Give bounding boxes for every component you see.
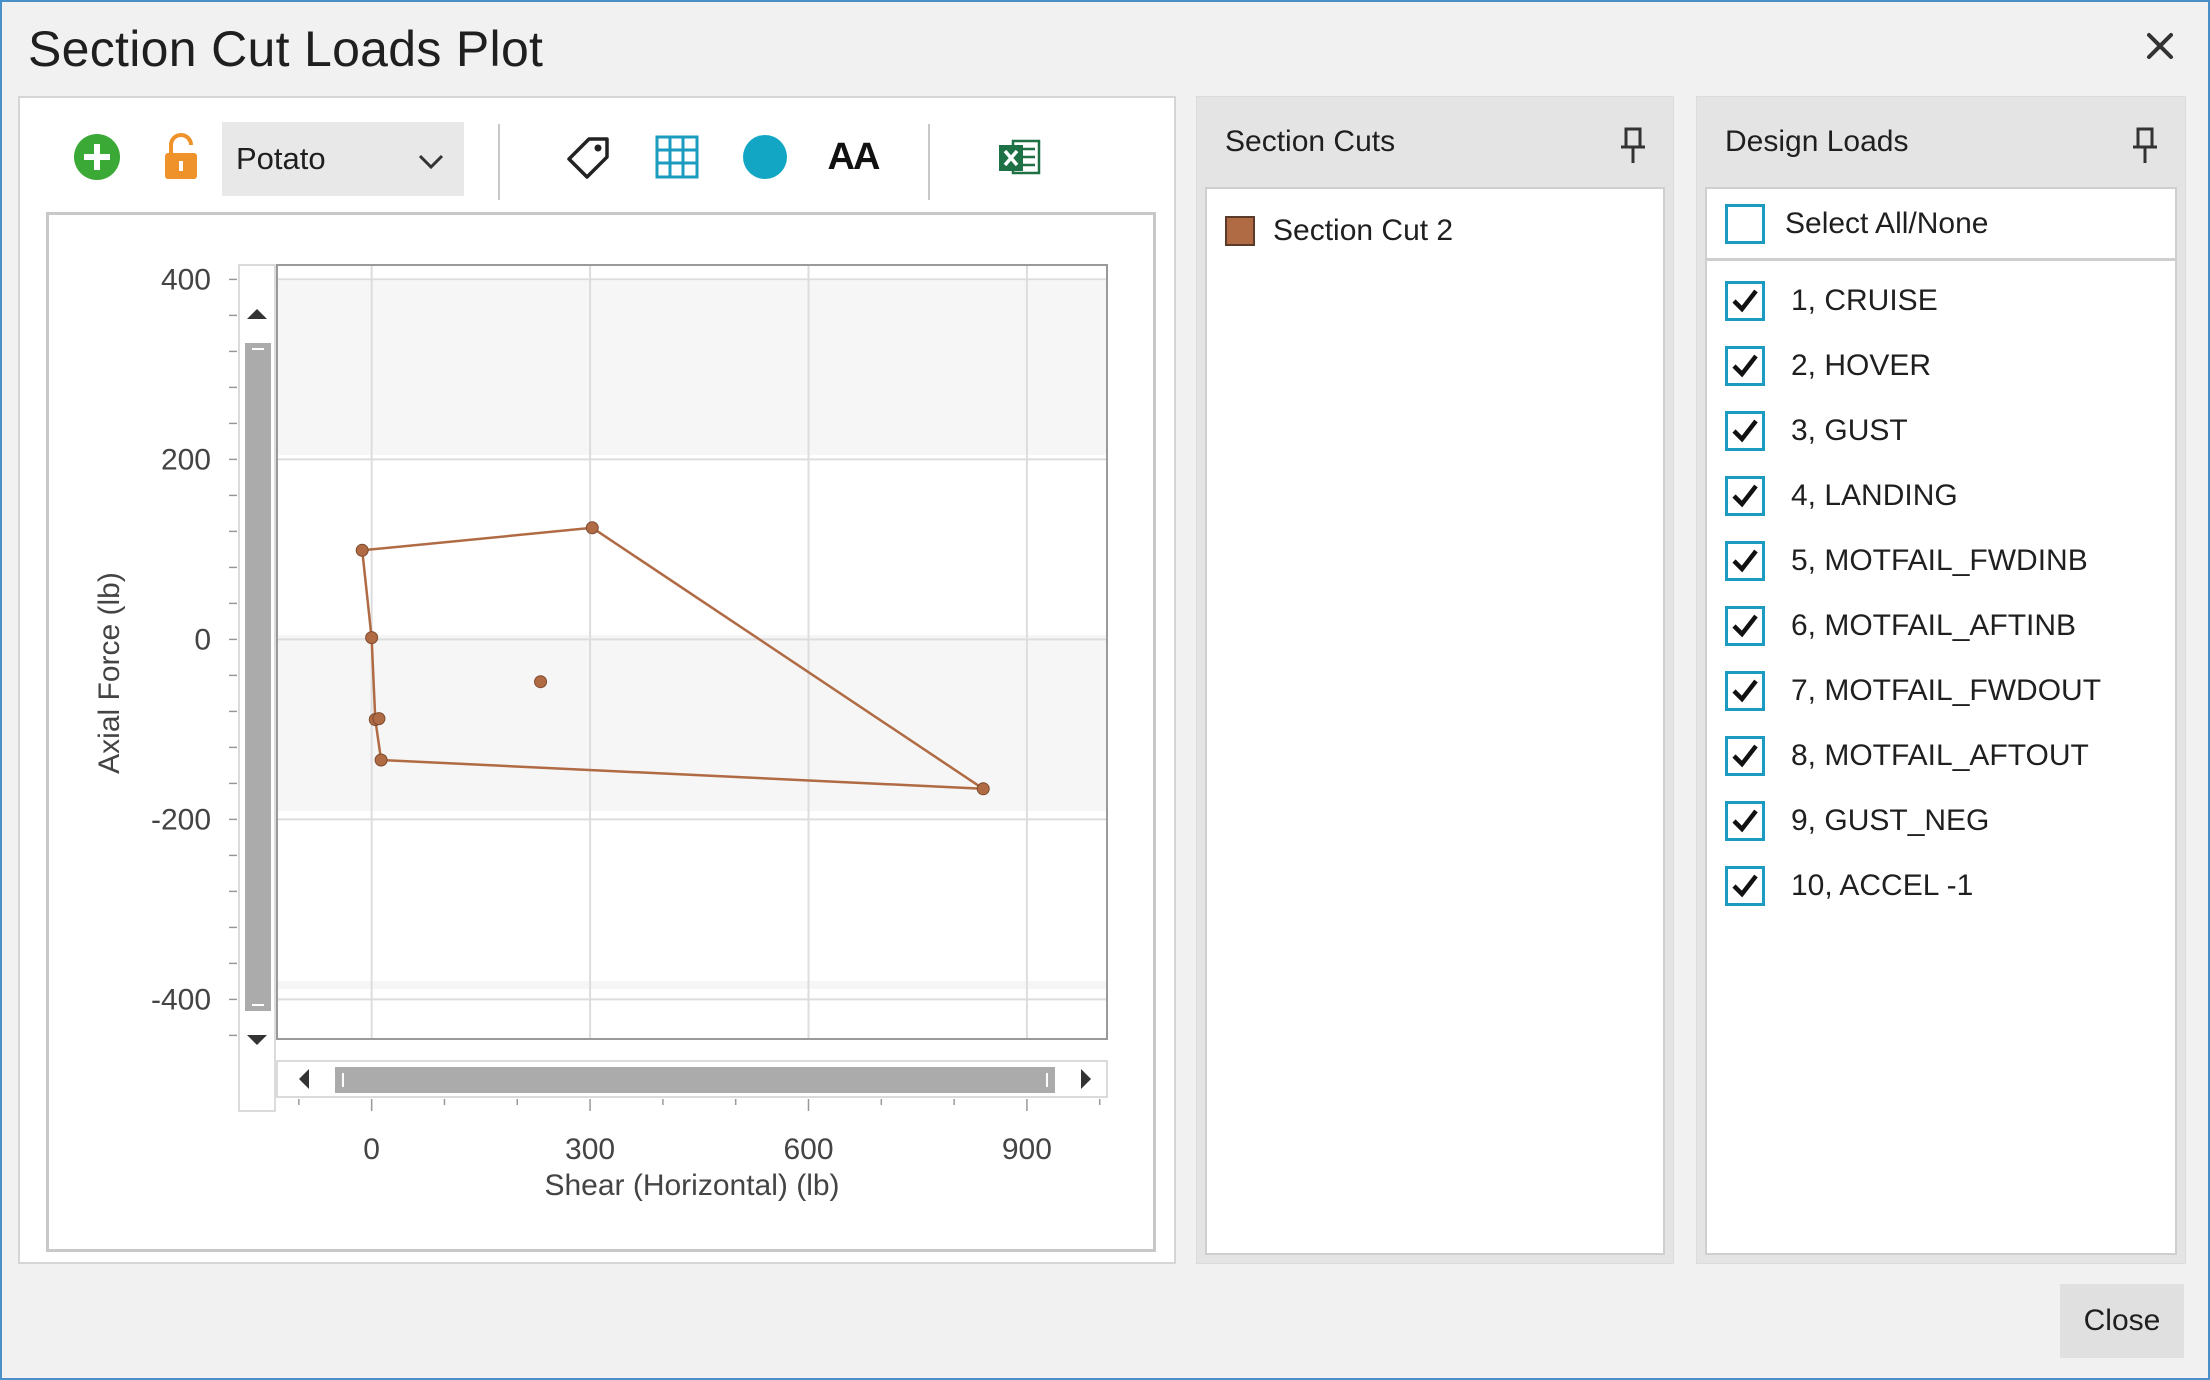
- close-button[interactable]: Close: [2060, 1284, 2184, 1358]
- chevron-down-icon: [416, 144, 446, 180]
- design-load-row[interactable]: 4, LANDING: [1725, 472, 1958, 520]
- design-load-label: 5, MOTFAIL_FWDINB: [1791, 544, 2088, 577]
- design-load-label: 4, LANDING: [1791, 479, 1958, 512]
- design-load-row[interactable]: 6, MOTFAIL_AFTINB: [1725, 602, 2076, 650]
- checkmark-icon: [1732, 484, 1758, 508]
- design-load-row[interactable]: 10, ACCEL -1: [1725, 862, 1973, 910]
- design-load-label: 1, CRUISE: [1791, 284, 1938, 317]
- section-cut-label: Section Cut 2: [1273, 214, 1454, 247]
- horizontal-scrollbar[interactable]: [276, 1060, 1108, 1098]
- plot-toolbar: Potato AA: [20, 98, 1174, 208]
- y-tick-label: -400: [151, 983, 211, 1016]
- x-tick-label: 900: [1002, 1133, 1052, 1166]
- design-load-row[interactable]: 7, MOTFAIL_FWDOUT: [1725, 667, 2101, 715]
- horizontal-scroll-thumb[interactable]: [335, 1067, 1055, 1093]
- design-load-row[interactable]: 1, CRUISE: [1725, 277, 1938, 325]
- select-all-label: Select All/None: [1785, 206, 1989, 240]
- y-tick-label: 0: [194, 623, 211, 656]
- design-load-label: 2, HOVER: [1791, 349, 1932, 382]
- marker-circle-icon[interactable]: [730, 122, 800, 192]
- dialog-title: Section Cut Loads Plot: [28, 21, 544, 77]
- data-point: [365, 631, 379, 645]
- checkmark-icon: [1732, 744, 1758, 768]
- data-point: [374, 753, 388, 767]
- checkmark-icon: [1732, 289, 1758, 313]
- pin-icon[interactable]: [2127, 125, 2163, 165]
- font-size-icon[interactable]: AA: [818, 122, 888, 192]
- design-load-checkbox[interactable]: [1725, 281, 1765, 321]
- design-load-row[interactable]: 9, GUST_NEG: [1725, 797, 1989, 845]
- y-tick-label: -200: [151, 803, 211, 836]
- font-size-glyph: AA: [827, 135, 881, 178]
- design-load-label: 7, MOTFAIL_FWDOUT: [1791, 674, 2102, 707]
- section-cut-loads-dialog: Section Cut Loads Plot Potato AA 0 300 6…: [0, 0, 2210, 1380]
- section-cut-chart: 0 300 600 900 400 200 0 -200 -400 Shear (Horizon…: [93, 263, 1108, 1202]
- section-cuts-list: Section Cut 2: [1205, 187, 1665, 1255]
- data-point: [585, 521, 599, 535]
- plot-panel: Potato AA 0 300 600 900 400 200 0 -200 -…: [18, 96, 1176, 1264]
- design-load-label: 3, GUST: [1791, 414, 1908, 447]
- design-load-label: 10, ACCEL -1: [1791, 869, 1974, 902]
- design-load-label: 6, MOTFAIL_AFTINB: [1791, 609, 2077, 642]
- design-loads-list: Select All/None 1, CRUISE 2, HOVER 3, GUST…: [1705, 187, 2177, 1255]
- grid-band: [277, 981, 1107, 989]
- series-dropdown[interactable]: Potato: [222, 122, 464, 196]
- design-load-label: 9, GUST_NEG: [1791, 804, 1990, 837]
- pin-icon[interactable]: [1615, 125, 1651, 165]
- design-load-row[interactable]: 5, MOTFAIL_FWDINB: [1725, 537, 2088, 585]
- section-cuts-header: Section Cuts: [1225, 125, 1396, 158]
- design-loads-header: Design Loads: [1725, 125, 1909, 158]
- checkmark-icon: [1732, 549, 1758, 573]
- design-load-checkbox[interactable]: [1725, 411, 1765, 451]
- unlock-icon[interactable]: [146, 122, 216, 192]
- grid-band: [277, 281, 1107, 455]
- x-tick-label: 600: [783, 1133, 833, 1166]
- design-load-checkbox[interactable]: [1725, 476, 1765, 516]
- select-all-checkbox[interactable]: [1725, 203, 1765, 244]
- close-window-icon[interactable]: [2138, 24, 2182, 68]
- data-point: [355, 543, 369, 557]
- series-color-swatch: [1225, 216, 1255, 246]
- select-all-checkbox-row[interactable]: Select All/None: [1707, 189, 2175, 261]
- x-axis-label: Shear (Horizontal) (lb): [544, 1169, 839, 1202]
- y-axis-label: Axial Force (lb): [93, 572, 126, 774]
- design-load-row[interactable]: 2, HOVER: [1725, 342, 1931, 390]
- section-cut-item[interactable]: Section Cut 2: [1225, 207, 1453, 255]
- toolbar-separator: [928, 124, 930, 200]
- dropdown-value: Potato: [236, 141, 326, 176]
- y-tick-label: 200: [161, 443, 211, 476]
- add-plus-icon[interactable]: [62, 122, 132, 192]
- vertical-scroll-thumb[interactable]: [245, 343, 271, 1011]
- design-load-checkbox[interactable]: [1725, 866, 1765, 906]
- design-load-checkbox[interactable]: [1725, 736, 1765, 776]
- chart-frame: 0 300 600 900 400 200 0 -200 -400 Shear (Horizon…: [46, 212, 1156, 1252]
- data-point: [372, 712, 386, 726]
- design-load-checkbox[interactable]: [1725, 346, 1765, 386]
- x-tick-label: 300: [565, 1133, 615, 1166]
- design-load-checkbox[interactable]: [1725, 606, 1765, 646]
- toolbar-separator: [498, 124, 500, 200]
- checkmark-icon: [1732, 874, 1758, 898]
- checkmark-icon: [1732, 614, 1758, 638]
- section-cuts-panel: Section Cuts Section Cut 2: [1196, 96, 1674, 1264]
- tag-icon[interactable]: [554, 122, 624, 192]
- checkmark-icon: [1732, 419, 1758, 443]
- checkmark-icon: [1732, 354, 1758, 378]
- y-tick-label: 400: [161, 263, 211, 296]
- vertical-scrollbar[interactable]: [238, 264, 276, 1112]
- data-point: [976, 782, 990, 796]
- design-load-row[interactable]: 3, GUST: [1725, 407, 1908, 455]
- design-load-label: 8, MOTFAIL_AFTOUT: [1791, 739, 2089, 772]
- design-loads-panel: Design Loads Select All/None 1, CRUISE 2,…: [1696, 96, 2186, 1264]
- design-load-checkbox[interactable]: [1725, 541, 1765, 581]
- x-tick-label: 0: [363, 1133, 380, 1166]
- excel-export-icon[interactable]: [984, 122, 1054, 192]
- checkmark-icon: [1732, 679, 1758, 703]
- checkmark-icon: [1732, 809, 1758, 833]
- table-grid-icon[interactable]: [642, 122, 712, 192]
- data-point: [534, 675, 548, 689]
- design-load-checkbox[interactable]: [1725, 671, 1765, 711]
- design-load-row[interactable]: 8, MOTFAIL_AFTOUT: [1725, 732, 2089, 780]
- design-load-checkbox[interactable]: [1725, 801, 1765, 841]
